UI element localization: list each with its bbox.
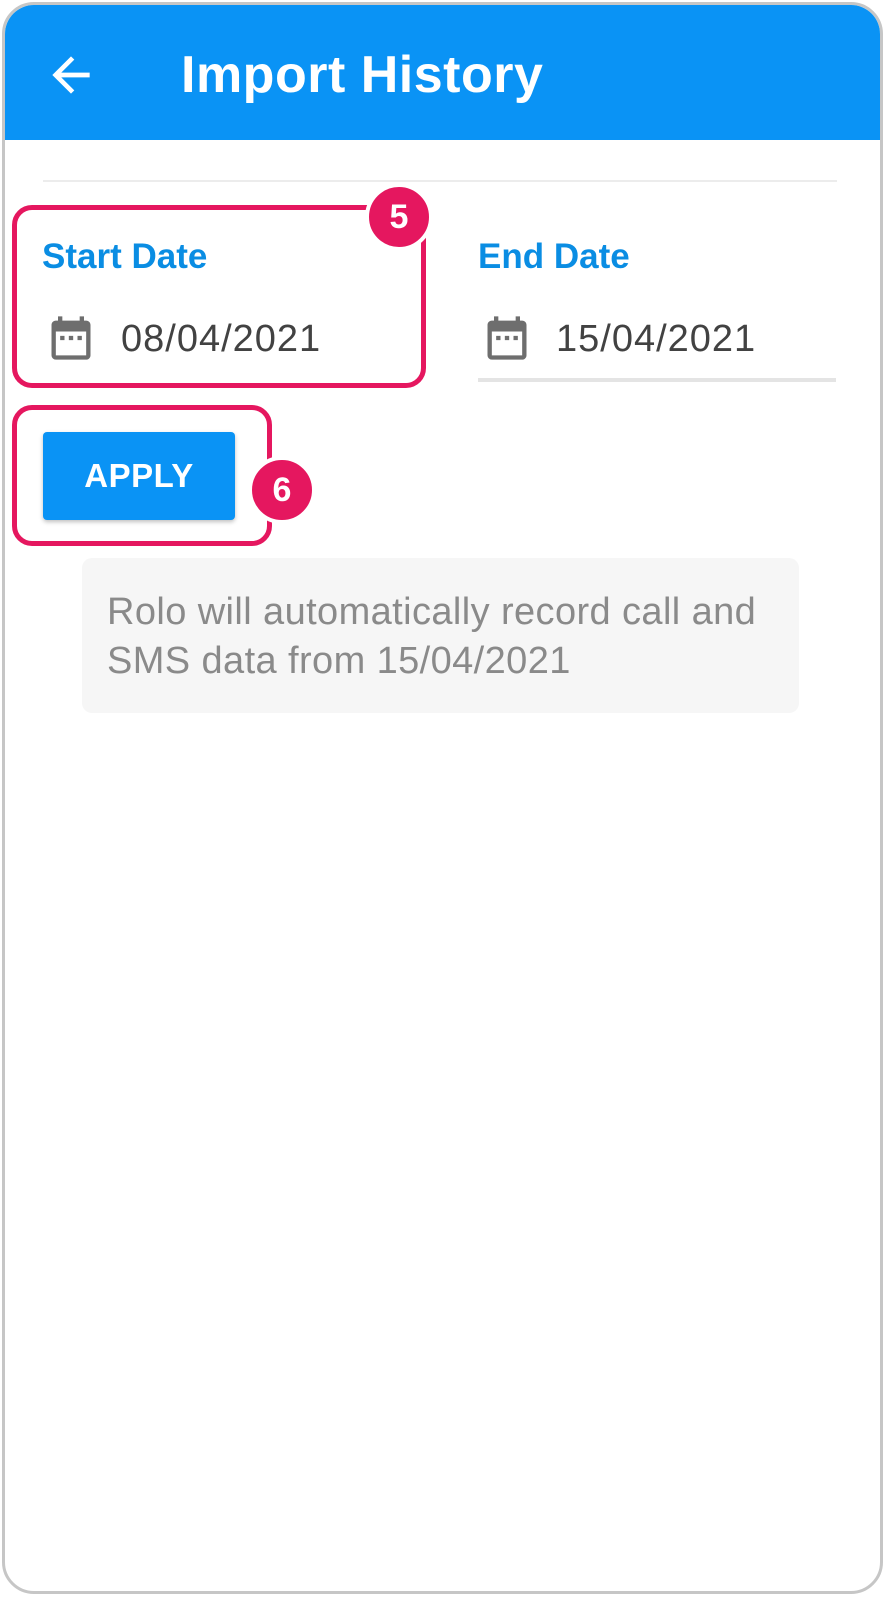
highlight-apply (12, 405, 272, 546)
page-title: Import History (181, 46, 544, 104)
end-date-label: End Date (478, 237, 630, 276)
info-text: Rolo will automatically record call and … (107, 591, 757, 682)
step-badge-6: 6 (248, 456, 316, 524)
end-date-value: 15/04/2021 (556, 318, 757, 360)
phone-frame: Import History Start Date 08/04/2021 End… (2, 2, 883, 1594)
back-button[interactable] (39, 43, 103, 107)
divider (43, 180, 837, 182)
calendar-icon (487, 316, 527, 360)
end-date-underline (478, 378, 836, 382)
step-badge-5: 5 (365, 183, 433, 251)
app-bar: Import History (5, 5, 880, 140)
highlight-start-date (12, 205, 426, 388)
arrow-left-icon (52, 56, 90, 94)
info-box: Rolo will automatically record call and … (82, 558, 799, 713)
